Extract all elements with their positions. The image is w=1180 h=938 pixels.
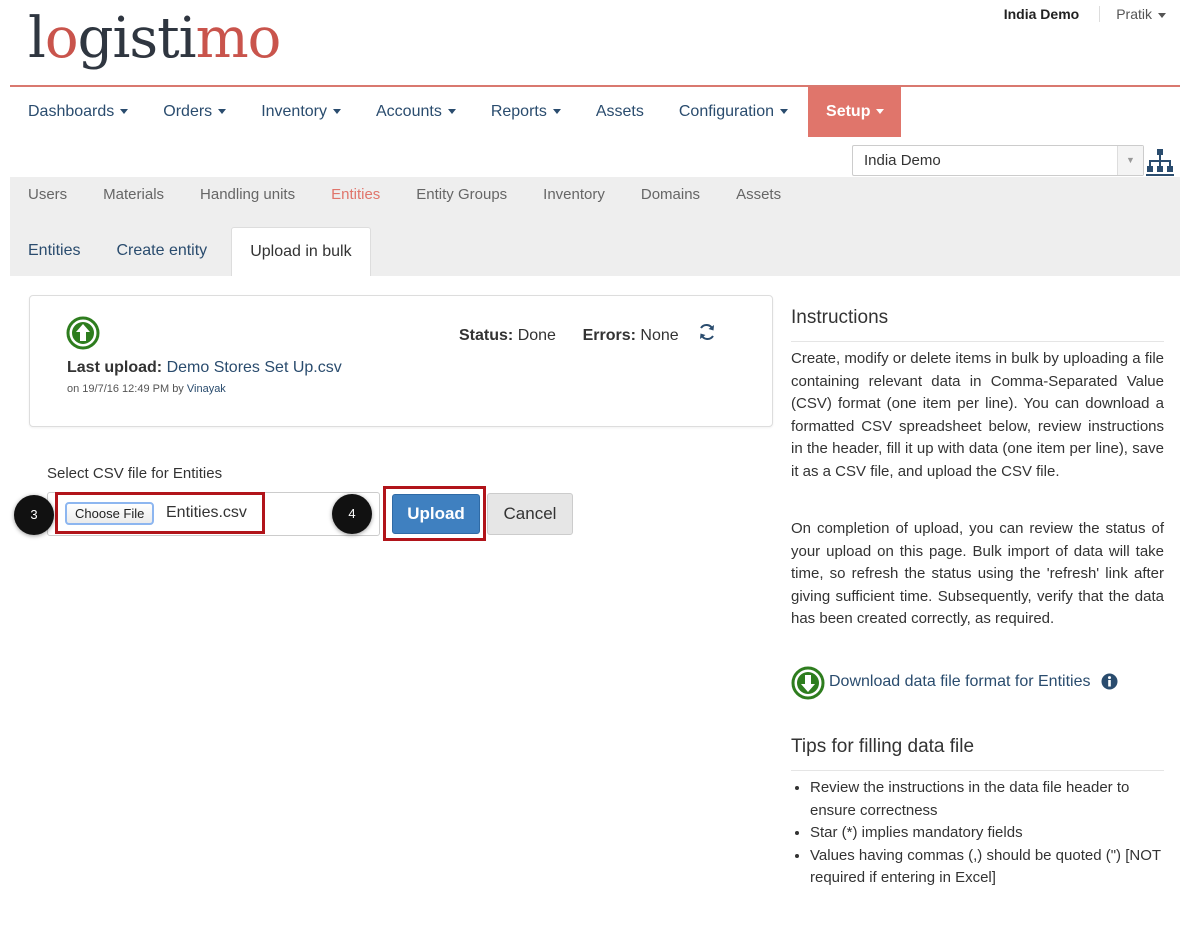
last-upload: Last upload: Demo Stores Set Up.csv xyxy=(67,359,342,377)
errors-value: None xyxy=(640,327,679,344)
tips-title: Tips for filling data file xyxy=(791,736,975,757)
hierarchy-icon[interactable] xyxy=(1146,148,1174,176)
cancel-button[interactable]: Cancel xyxy=(487,493,573,535)
chevron-down-icon xyxy=(876,109,885,115)
upload-meta: on 19/7/16 12:49 PM by Vinayak xyxy=(67,383,226,395)
select-arrow-icon: ▼ xyxy=(1117,146,1143,175)
status-value: Done xyxy=(517,327,556,344)
upload-meta-text: on 19/7/16 12:49 PM by xyxy=(67,383,187,395)
tab-create-entity[interactable]: Create entity xyxy=(98,227,225,276)
nav-label: Orders xyxy=(163,103,213,120)
nav-label: Accounts xyxy=(376,103,442,120)
subnav-entity-groups[interactable]: Entity Groups xyxy=(398,177,525,213)
chevron-down-icon xyxy=(447,109,456,115)
status-label: Status: xyxy=(459,327,514,344)
nav-label: Assets xyxy=(595,103,644,120)
subnav-entities[interactable]: Entities xyxy=(313,177,398,213)
nav-reports[interactable]: Reports xyxy=(473,87,578,137)
chevron-down-icon xyxy=(1158,12,1166,18)
nav-setup[interactable]: Setup xyxy=(808,87,902,137)
subnav-materials[interactable]: Materials xyxy=(85,177,182,213)
nav-inventory[interactable]: Inventory xyxy=(243,87,358,137)
chevron-down-icon xyxy=(218,109,227,115)
logistimo-logo[interactable]: logistimo xyxy=(28,4,282,74)
step-badge-4: 4 xyxy=(332,494,372,534)
upload-button[interactable]: Upload xyxy=(392,494,480,534)
logo-letters-mid: gisti xyxy=(77,6,197,71)
subnav-users[interactable]: Users xyxy=(10,177,85,213)
circle-arrow-down-icon[interactable] xyxy=(791,666,825,700)
nav-assets[interactable]: Assets xyxy=(578,87,661,137)
instructions-paragraph-2: On completion of upload, you can review … xyxy=(791,520,1164,627)
circle-arrow-up-icon xyxy=(66,316,100,350)
upload-user-link[interactable]: Vinayak xyxy=(187,383,226,395)
step-badge-3: 3 xyxy=(14,495,54,535)
tab-bar: Entities Create entity Upload in bulk xyxy=(10,227,371,276)
highlight-box-file xyxy=(55,492,265,534)
instructions-title: Instructions xyxy=(791,307,889,328)
last-upload-file-link[interactable]: Demo Stores Set Up.csv xyxy=(167,359,342,376)
instructions-paragraph: Create, modify or delete items in bulk b… xyxy=(791,350,1164,480)
chevron-down-icon xyxy=(780,109,789,115)
select-csv-label: Select CSV file for Entities xyxy=(47,465,223,482)
nav-configuration[interactable]: Configuration xyxy=(661,87,805,137)
domain-name-link[interactable]: India Demo xyxy=(1004,6,1101,22)
logo-letters: l xyxy=(28,6,46,71)
nav-label: Inventory xyxy=(261,103,327,120)
info-icon[interactable] xyxy=(1101,673,1118,690)
subnav-assets[interactable]: Assets xyxy=(718,177,799,213)
logo-accent: o xyxy=(44,6,79,71)
nav-orders[interactable]: Orders xyxy=(145,87,243,137)
last-upload-label: Last upload: xyxy=(67,359,163,376)
tips-divider xyxy=(791,770,1164,771)
tab-entities[interactable]: Entities xyxy=(10,227,98,276)
chevron-down-icon xyxy=(552,109,561,115)
subnav-inventory[interactable]: Inventory xyxy=(525,177,623,213)
errors-label: Errors: xyxy=(582,327,636,344)
nav-label: Dashboards xyxy=(28,103,115,120)
user-name: Pratik xyxy=(1116,6,1152,22)
tab-upload-in-bulk[interactable]: Upload in bulk xyxy=(231,227,371,276)
list-item: Values having commas (,) should be quote… xyxy=(810,845,1166,890)
nav-label: Setup xyxy=(826,103,871,120)
nav-label: Configuration xyxy=(678,103,775,120)
sub-nav: Users Materials Handling units Entities … xyxy=(10,177,799,213)
nav-dashboards[interactable]: Dashboards xyxy=(10,87,145,137)
status-line: Status: Done Errors: None xyxy=(459,327,679,345)
refresh-icon[interactable] xyxy=(697,322,717,342)
nav-accounts[interactable]: Accounts xyxy=(358,87,473,137)
tips-list: Review the instructions in the data file… xyxy=(791,777,1166,890)
domain-select[interactable]: India Demo ▼ xyxy=(852,145,1144,176)
user-menu[interactable]: Pratik xyxy=(1100,6,1166,22)
download-format-link[interactable]: Download data file format for Entities xyxy=(829,673,1090,691)
chevron-down-icon xyxy=(333,109,341,115)
logo-accent-end: mo xyxy=(195,6,282,71)
instructions-divider xyxy=(791,341,1164,342)
list-item: Star (*) implies mandatory fields xyxy=(810,822,1166,845)
chevron-down-icon xyxy=(120,109,129,115)
domain-select-value: India Demo xyxy=(864,152,941,169)
upload-status-panel: Last upload: Demo Stores Set Up.csv on 1… xyxy=(29,295,773,427)
main-nav: Dashboards Orders Inventory Accounts Rep… xyxy=(10,87,902,137)
top-links: India Demo Pratik xyxy=(1004,6,1166,22)
subnav-handling-units[interactable]: Handling units xyxy=(182,177,313,213)
nav-label: Reports xyxy=(490,103,547,120)
list-item: Review the instructions in the data file… xyxy=(810,777,1166,822)
subnav-domains[interactable]: Domains xyxy=(623,177,718,213)
